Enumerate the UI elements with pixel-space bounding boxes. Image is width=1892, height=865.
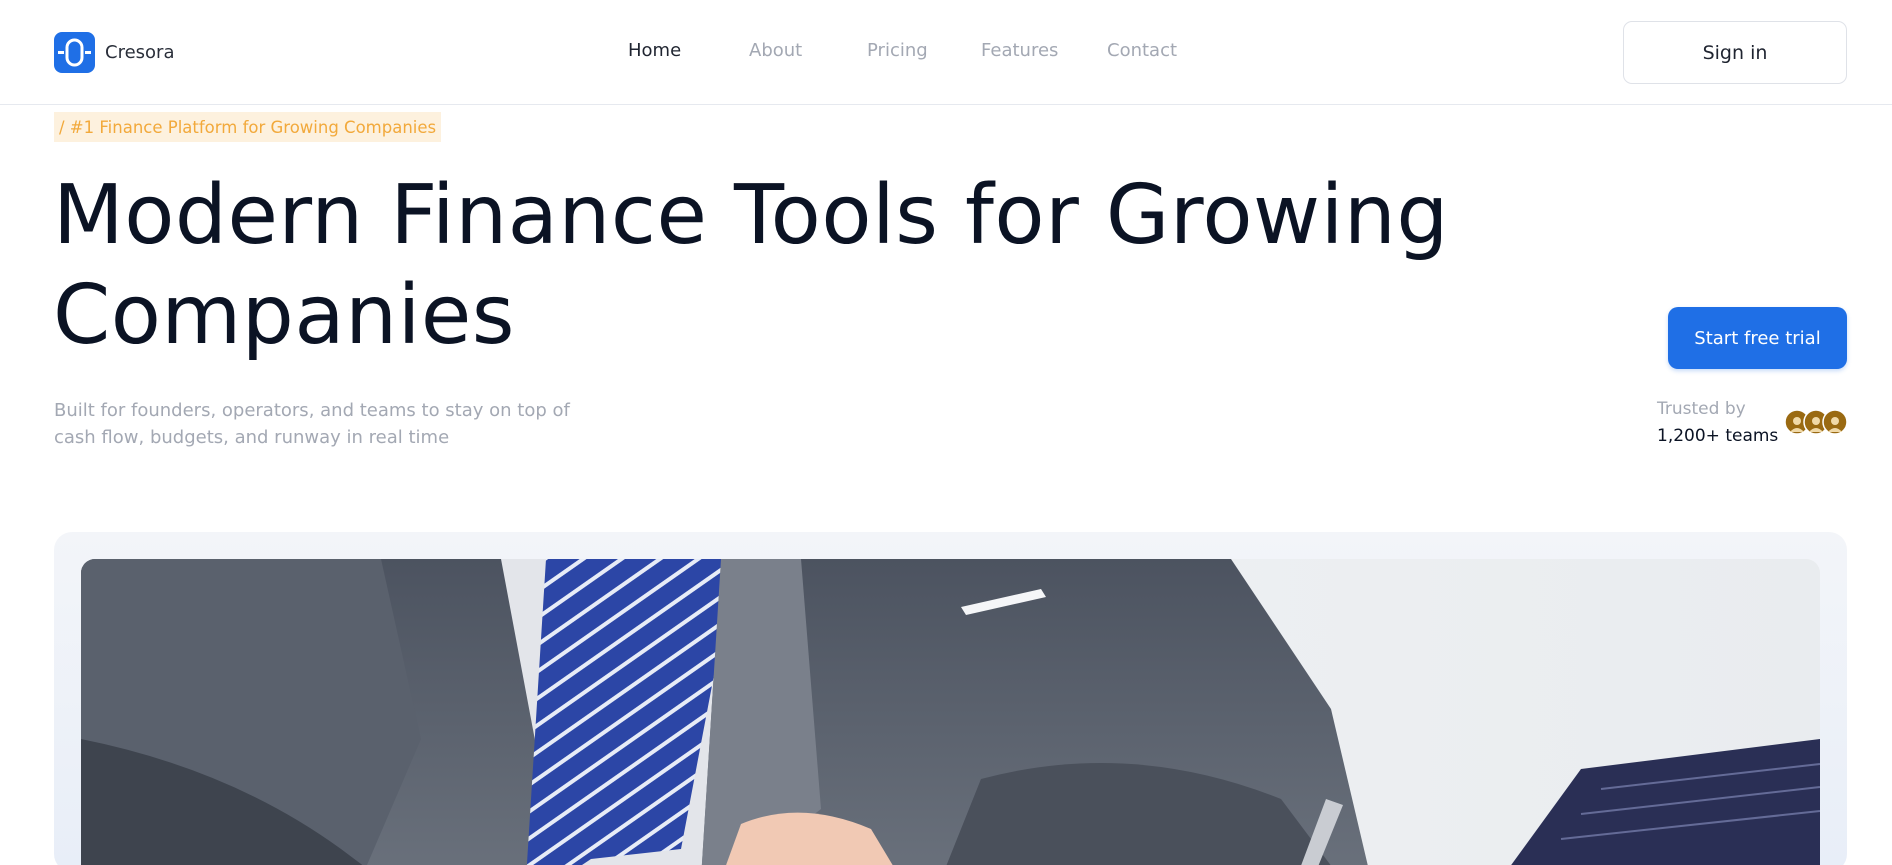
hero-title: Modern Finance Tools for Growing Compani… — [53, 166, 1453, 366]
nav-about[interactable]: About — [749, 40, 802, 61]
trusted-count: 1,200+ teams — [1657, 426, 1779, 446]
nav-contact[interactable]: Contact — [1107, 40, 1177, 61]
trusted-label: Trusted by — [1657, 399, 1746, 419]
hero-title-line1: Modern Finance Tools for Growing — [53, 168, 1449, 263]
nav-pricing[interactable]: Pricing — [867, 40, 928, 61]
nav-features[interactable]: Features — [981, 40, 1058, 61]
sign-in-button[interactable]: Sign in — [1623, 21, 1847, 84]
hero-title-line2: Companies — [53, 268, 516, 363]
team-avatars-icon — [1784, 409, 1848, 435]
start-free-trial-button[interactable]: Start free trial — [1668, 307, 1847, 369]
hero-subtitle: Built for founders, operators, and teams… — [54, 400, 570, 448]
trusted-by: Trusted by 1,200+ teams — [1657, 398, 1778, 452]
nav-home[interactable]: Home — [628, 40, 681, 61]
businessman-photo — [81, 559, 1820, 865]
hero-badge: / #1 Finance Platform for Growing Compan… — [54, 112, 442, 142]
main-nav: Home About Pricing Features Contact — [0, 40, 1892, 64]
site-header: Cresora Home About Pricing Features Cont… — [0, 0, 1892, 105]
businessman-illustration — [81, 559, 1820, 865]
